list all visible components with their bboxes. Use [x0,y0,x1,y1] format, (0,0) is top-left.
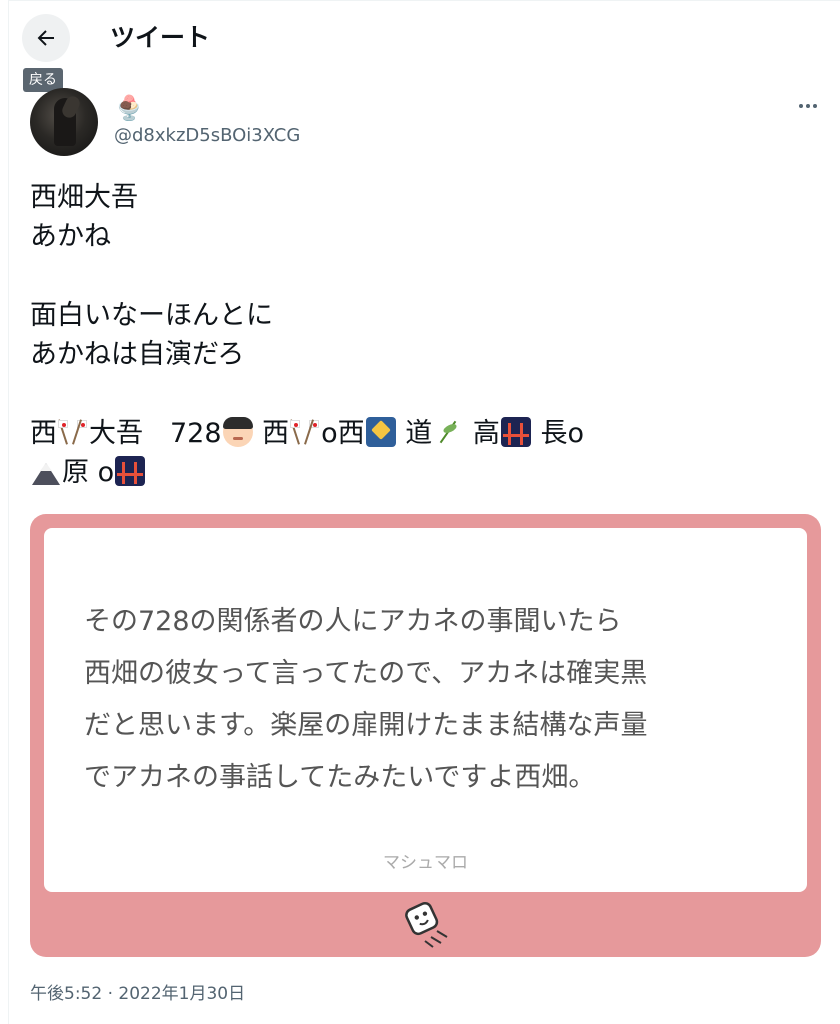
tweet-fragment: 高 [464,418,500,449]
page-title: ツイート [110,23,211,52]
marshmallow-card[interactable]: その728の関係者の人にアカネの事聞いたら 西畑の彼女って言ってたので、アカネは… [30,514,821,957]
tweet-line: 面白いなーほんとに [30,300,273,331]
more-dot-icon [799,104,803,108]
bridge-at-night-icon [500,417,531,447]
herb-icon [433,417,463,447]
card-line: 西畑の彼女って言ってたので、アカネは確実黒 [84,658,648,689]
card-line: でアカネの事話してたみたいですよ西畑。 [84,762,596,793]
bridge-at-night-icon [115,456,146,486]
tweet-emoji-line: 原 o [30,453,820,492]
arrow-left-icon [37,30,54,46]
tweet-fragment: 西 [253,418,290,449]
japanese-flags-icon [290,417,320,447]
author-handle[interactable]: @d8xkzD5sBOi3XCG [114,124,300,148]
back-button[interactable] [22,14,70,62]
tweet-line: あかねは自演だろ [30,339,245,370]
boy-face-icon [222,417,253,447]
card-message: その728の関係者の人にアカネの事聞いたら 西畑の彼女って言ってたので、アカネは… [84,596,774,804]
more-dot-icon [813,104,817,108]
card-line: その728の関係者の人にアカネの事聞いたら [84,606,622,637]
marshmallow-logo-icon [405,901,448,948]
author-display-name[interactable]: 🍨 [114,94,144,122]
mount-fuji-icon [31,456,61,486]
tweet-fragment: 大吾 728 [89,418,222,449]
japanese-flags-icon [58,417,88,447]
avatar[interactable] [30,88,98,156]
tweet-fragment: 道 [396,418,433,449]
tweet-fragment: o西 [321,418,365,449]
tweet-emoji-line: 西大吾 728 西 o西 道 高 長o [30,414,820,453]
tweet-fragment: 原 o [62,457,115,488]
tweet-line: あかね [30,221,111,252]
card-message-box: その728の関係者の人にアカネの事聞いたら 西畑の彼女って言ってたので、アカネは… [44,528,807,892]
card-line: だと思います。楽屋の扉開けたまま結構な声量 [84,710,648,741]
tweet-timestamp[interactable]: 午後5:52 · 2022年1月30日 [30,983,245,1005]
tweet-fragment: 西 [30,418,57,449]
tweet-text: 西畑大吾 あかね 面白いなーほんとに あかねは自演だろ 西大吾 728 西 o西 … [30,178,820,492]
tweet-fragment: 長o [531,418,584,449]
more-dot-icon [806,104,810,108]
shooting-star-icon [365,417,396,447]
more-options-button[interactable] [794,96,822,116]
card-source-label: マシュマロ [383,853,468,873]
tweet-line: 西畑大吾 [30,182,138,213]
